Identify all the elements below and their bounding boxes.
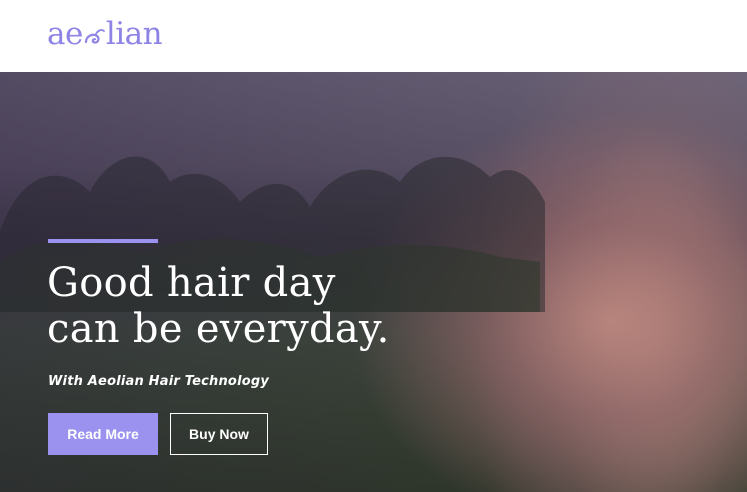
accent-bar bbox=[48, 239, 158, 243]
hero-banner: Good hair day can be everyday. With Aeol… bbox=[0, 72, 747, 492]
buy-now-button[interactable]: Buy Now bbox=[170, 413, 268, 455]
logo-text-suffix: lian bbox=[105, 16, 163, 52]
headline-line-1: Good hair day bbox=[47, 260, 336, 306]
hero-subtitle: With Aeolian Hair Technology bbox=[48, 374, 270, 389]
site-header: ae lian bbox=[0, 0, 747, 72]
hero-headline: Good hair day can be everyday. bbox=[47, 260, 567, 352]
logo-text-prefix: ae bbox=[47, 16, 83, 52]
read-more-button[interactable]: Read More bbox=[48, 413, 158, 455]
headline-line-2: can be everyday. bbox=[47, 306, 390, 352]
page: ae lian Good hair day can be everyday. W… bbox=[0, 0, 747, 492]
wind-swirl-icon bbox=[84, 29, 105, 44]
brand-logo[interactable]: ae lian bbox=[47, 14, 163, 54]
